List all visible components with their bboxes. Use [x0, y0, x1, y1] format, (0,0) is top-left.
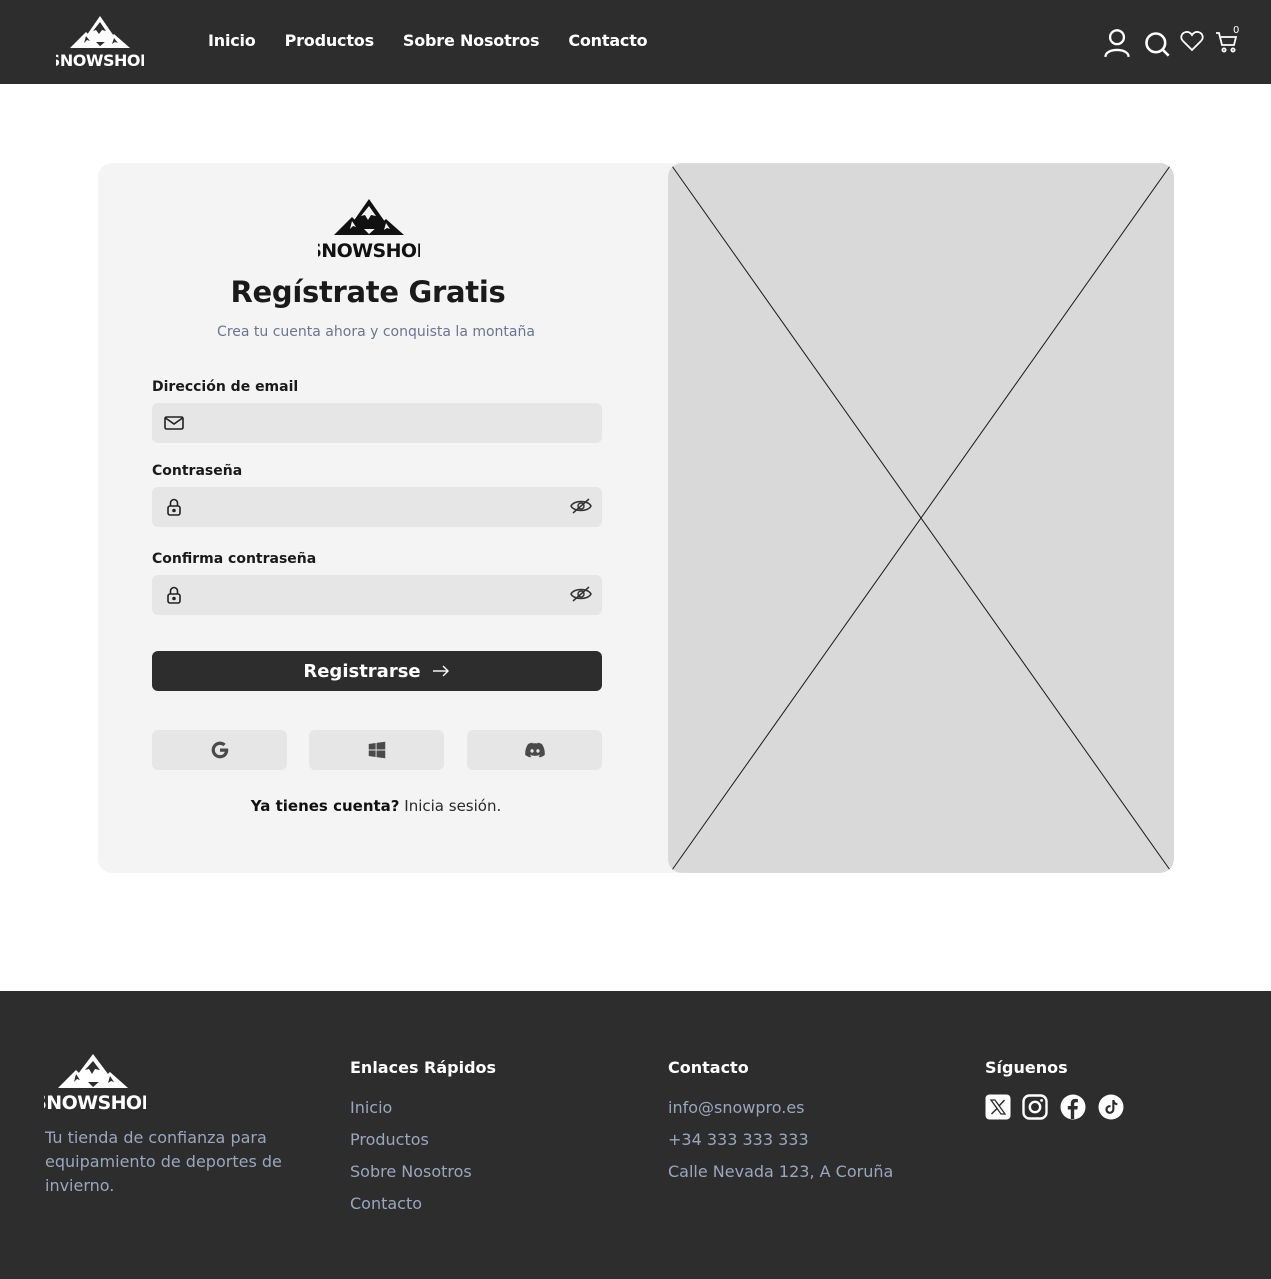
quick-links-title: Enlaces Rápidos	[350, 1058, 497, 1077]
google-signup-button[interactable]	[152, 730, 287, 770]
follow-title: Síguenos	[985, 1058, 1068, 1077]
search-icon[interactable]	[1143, 29, 1171, 59]
page-subtitle: Crea tu cuenta ahora y conquista la mont…	[217, 324, 535, 340]
register-card: SNOWSHOP Regístrate Gratis Crea tu cuent…	[98, 163, 1174, 873]
contact-email[interactable]: info@snowpro.es	[668, 1098, 805, 1117]
email-input[interactable]	[194, 403, 554, 443]
nav-sobre-nosotros[interactable]: Sobre Nosotros	[403, 31, 540, 50]
image-placeholder	[668, 163, 1174, 873]
login-link[interactable]: Inicia sesión.	[404, 797, 501, 815]
login-prompt: Ya tienes cuenta? Inicia sesión.	[98, 797, 654, 815]
footer-link-productos[interactable]: Productos	[350, 1130, 429, 1149]
register-button[interactable]: Registrarse	[152, 651, 602, 691]
brand-logo[interactable]: SNOWSHOP	[49, 14, 152, 70]
lock-icon	[167, 586, 181, 604]
instagram-icon[interactable]	[1022, 1094, 1048, 1120]
cart-count-badge: 0	[1233, 25, 1240, 36]
site-footer: SNOWSHOP Tu tienda de confianza para equ…	[0, 991, 1271, 1279]
mountain-logo-icon: SNOWSHOP	[44, 1054, 146, 1114]
mail-icon	[164, 416, 184, 430]
footer-tagline: Tu tienda de confianza para equipamiento…	[45, 1128, 282, 1195]
eye-off-icon[interactable]	[569, 494, 593, 518]
email-label: Dirección de email	[152, 379, 299, 395]
site-header: SNOWSHOP Inicio Productos Sobre Nosotros…	[0, 0, 1271, 84]
discord-icon	[524, 742, 545, 758]
confirm-password-input[interactable]	[194, 575, 554, 615]
windows-signup-button[interactable]	[309, 730, 444, 770]
brand-wordmark: SNOWSHOP	[44, 1092, 146, 1114]
image-placeholder-cross	[671, 165, 1171, 871]
brand-wordmark: SNOWSHOP	[56, 51, 144, 70]
password-label: Contraseña	[152, 463, 243, 479]
nav-inicio[interactable]: Inicio	[208, 31, 256, 50]
google-icon	[211, 741, 228, 759]
register-button-label: Registrarse	[303, 660, 421, 682]
main-nav: Inicio Productos Sobre Nosotros Contacto	[208, 31, 676, 50]
email-field[interactable]	[152, 403, 602, 443]
eye-off-icon[interactable]	[569, 582, 593, 606]
heart-icon[interactable]	[1180, 30, 1204, 52]
confirm-password-field[interactable]	[152, 575, 602, 615]
contact-title: Contacto	[668, 1058, 749, 1077]
brand-wordmark: SNOWSHOP	[318, 240, 420, 261]
password-input[interactable]	[194, 487, 554, 527]
user-icon[interactable]	[1103, 28, 1131, 58]
windows-icon	[368, 741, 385, 759]
footer-link-sobre-nosotros[interactable]: Sobre Nosotros	[350, 1162, 472, 1181]
contact-phone[interactable]: +34 333 333 333	[668, 1130, 809, 1149]
discord-signup-button[interactable]	[467, 730, 602, 770]
facebook-icon[interactable]	[1060, 1094, 1086, 1120]
contact-address: Calle Nevada 123, A Coruña	[668, 1162, 894, 1181]
mountain-logo-icon: SNOWSHOP	[49, 16, 152, 70]
arrow-right-icon	[432, 665, 449, 677]
page-title: Regístrate Gratis	[230, 275, 506, 309]
nav-contacto[interactable]: Contacto	[568, 31, 647, 50]
confirm-password-label: Confirma contraseña	[152, 551, 317, 567]
footer-link-inicio[interactable]: Inicio	[350, 1098, 392, 1117]
nav-productos[interactable]: Productos	[285, 31, 375, 50]
tiktok-icon[interactable]	[1098, 1094, 1124, 1120]
lock-icon	[167, 498, 181, 516]
have-account-text: Ya tienes cuenta?	[250, 797, 400, 815]
x-icon[interactable]	[985, 1094, 1011, 1120]
footer-link-contacto[interactable]: Contacto	[350, 1194, 422, 1213]
password-field[interactable]	[152, 487, 602, 527]
mountain-logo-icon: SNOWSHOP	[318, 199, 420, 261]
